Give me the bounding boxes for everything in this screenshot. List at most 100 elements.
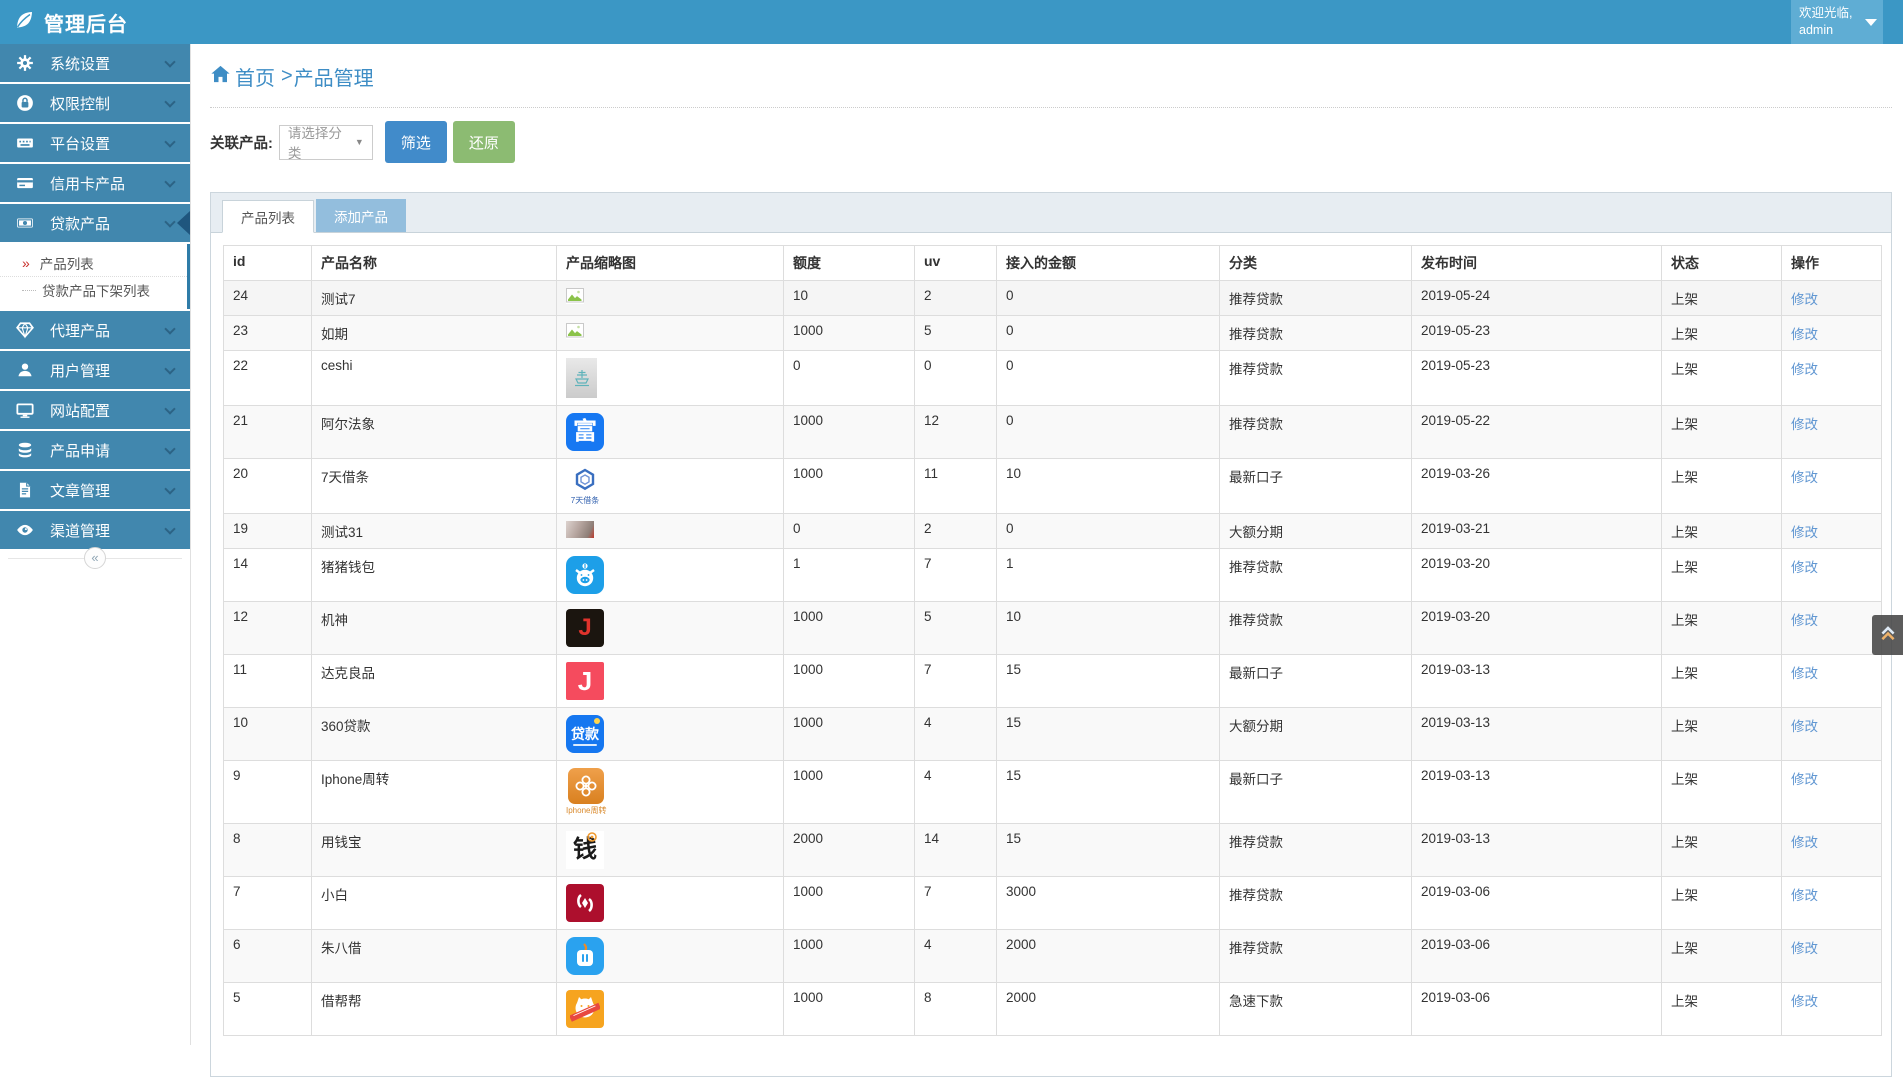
sidebar-item-0[interactable]: 系统设置 — [0, 44, 190, 82]
chevron-down-icon — [164, 363, 176, 375]
edit-link[interactable]: 修改 — [1791, 470, 1818, 485]
cell-amount: 0 — [996, 405, 1220, 459]
column-header: id — [223, 245, 312, 281]
edit-link[interactable]: 修改 — [1791, 941, 1818, 956]
cell-status: 上架 — [1661, 601, 1782, 655]
cell-action: 修改 — [1781, 458, 1882, 514]
edit-link[interactable]: 修改 — [1791, 719, 1818, 734]
tab-add-product[interactable]: 添加产品 — [316, 199, 406, 232]
table-row: 8 用钱宝钱 2000 14 15 推荐贷款 2019-03-13 上架 修改 — [223, 823, 1882, 877]
cell-date: 2019-05-23 — [1411, 315, 1662, 351]
cell-thumb — [556, 982, 784, 1036]
cell-quota: 1000 — [783, 315, 915, 351]
sidebar-item-9[interactable]: 文章管理 — [0, 471, 190, 509]
cell-thumb — [556, 350, 784, 406]
cell-id: 10 — [223, 707, 312, 761]
cell-thumb — [556, 315, 784, 351]
sidebar-item-6[interactable]: 用户管理 — [0, 351, 190, 389]
sidebar-item-4[interactable]: 贷款产品 — [0, 204, 190, 242]
edit-link[interactable]: 修改 — [1791, 888, 1818, 903]
cell-category: 大额分期 — [1219, 513, 1412, 549]
edit-link[interactable]: 修改 — [1791, 666, 1818, 681]
cell-date: 2019-03-13 — [1411, 760, 1662, 824]
cell-quota: 1000 — [783, 601, 915, 655]
breadcrumb-home-link[interactable]: 首页 — [210, 62, 275, 91]
cell-amount: 0 — [996, 280, 1220, 316]
cell-status: 上架 — [1661, 513, 1782, 549]
column-header: uv — [914, 245, 997, 281]
edit-link[interactable]: 修改 — [1791, 362, 1818, 377]
cell-id: 11 — [223, 654, 312, 708]
sidebar-item-10[interactable]: 渠道管理 — [0, 511, 190, 549]
sidebar-item-label: 信用卡产品 — [50, 175, 126, 193]
chevron-down-icon — [164, 403, 176, 415]
edit-link[interactable]: 修改 — [1791, 292, 1818, 307]
product-thumbnail — [566, 323, 584, 339]
cell-thumb: 贷款 — [556, 707, 784, 761]
product-table-body: 24 测试7 10 2 0 推荐贷款 2019-05-24 上架 修改 23 如期 1000 5 0 推荐贷… — [223, 280, 1882, 1036]
product-thumbnail: Iphone周转 — [566, 768, 606, 816]
cell-uv: 4 — [914, 707, 997, 761]
sidebar-subitem-1[interactable]: 贷款产品下架列表 — [0, 276, 187, 303]
column-header: 操作 — [1781, 245, 1882, 281]
sidebar-item-3[interactable]: 信用卡产品 — [0, 164, 190, 202]
lock-icon — [16, 94, 36, 112]
sidebar-item-1[interactable]: 权限控制 — [0, 84, 190, 122]
chevron-down-icon: ▼ — [354, 137, 364, 147]
app-logo: 管理后台 — [12, 0, 128, 44]
sidebar-item-7[interactable]: 网站配置 — [0, 391, 190, 429]
cell-id: 23 — [223, 315, 312, 351]
tab-bar: 产品列表 添加产品 — [211, 193, 1891, 233]
cell-quota: 2000 — [783, 823, 915, 877]
gear-icon — [16, 54, 36, 72]
panel-body: id 产品名称 产品缩略图 额度 uv 接入的金额 分类 发布时间 状态 操作 24 测试7 10 2 0… — [211, 233, 1891, 1076]
product-thumbnail — [566, 990, 604, 1028]
edit-link[interactable]: 修改 — [1791, 417, 1818, 432]
edit-link[interactable]: 修改 — [1791, 613, 1818, 628]
sidebar-item-8[interactable]: 产品申请 — [0, 431, 190, 469]
cell-quota: 1000 — [783, 929, 915, 983]
cell-thumb: 富 — [556, 405, 784, 459]
sidebar-collapse-button[interactable]: « — [84, 547, 106, 569]
edit-link[interactable]: 修改 — [1791, 994, 1818, 1009]
sidebar-item-label: 系统设置 — [50, 55, 111, 73]
filter-button[interactable]: 筛选 — [384, 121, 447, 163]
edit-link[interactable]: 修改 — [1791, 327, 1818, 342]
chevron-down-icon — [164, 96, 176, 108]
monitor-icon — [16, 401, 36, 419]
cell-id: 12 — [223, 601, 312, 655]
sidebar-item-5[interactable]: 代理产品 — [0, 311, 190, 349]
category-select[interactable]: 请选择分类 ▼ — [278, 124, 373, 161]
cell-name: 用钱宝 — [311, 823, 557, 877]
welcome-text: 欢迎光临, — [1799, 6, 1853, 20]
cell-action: 修改 — [1781, 982, 1882, 1036]
cell-thumb — [556, 929, 784, 983]
cell-amount: 0 — [996, 350, 1220, 406]
cell-amount: 10 — [996, 601, 1220, 655]
sidebar-subitem-0[interactable]: » 产品列表 — [0, 249, 187, 276]
cell-id: 5 — [223, 982, 312, 1036]
reset-button[interactable]: 还原 — [452, 121, 515, 163]
edit-link[interactable]: 修改 — [1791, 560, 1818, 575]
cell-name: 如期 — [311, 315, 557, 351]
cell-status: 上架 — [1661, 548, 1782, 602]
sidebar-item-2[interactable]: 平台设置 — [0, 124, 190, 162]
edit-link[interactable]: 修改 — [1791, 772, 1818, 787]
product-thumbnail — [566, 884, 604, 922]
cell-action: 修改 — [1781, 876, 1882, 930]
cell-amount: 0 — [996, 513, 1220, 549]
cell-id: 24 — [223, 280, 312, 316]
tab-product-list[interactable]: 产品列表 — [222, 200, 314, 233]
edit-link[interactable]: 修改 — [1791, 835, 1818, 850]
cell-action: 修改 — [1781, 760, 1882, 824]
cell-name: 机神 — [311, 601, 557, 655]
cell-status: 上架 — [1661, 707, 1782, 761]
breadcrumb-home-label: 首页 — [235, 68, 275, 90]
back-to-top-button[interactable] — [1872, 615, 1903, 655]
cell-category: 推荐贷款 — [1219, 548, 1412, 602]
edit-link[interactable]: 修改 — [1791, 525, 1818, 540]
cell-id: 7 — [223, 876, 312, 930]
table-row: 5 借帮帮 1000 8 2000 急速下款 2019-03-06 上架 修改 — [223, 982, 1882, 1036]
user-menu[interactable]: 欢迎光临, admin — [1791, 0, 1883, 44]
tree-dots-icon — [22, 289, 36, 291]
